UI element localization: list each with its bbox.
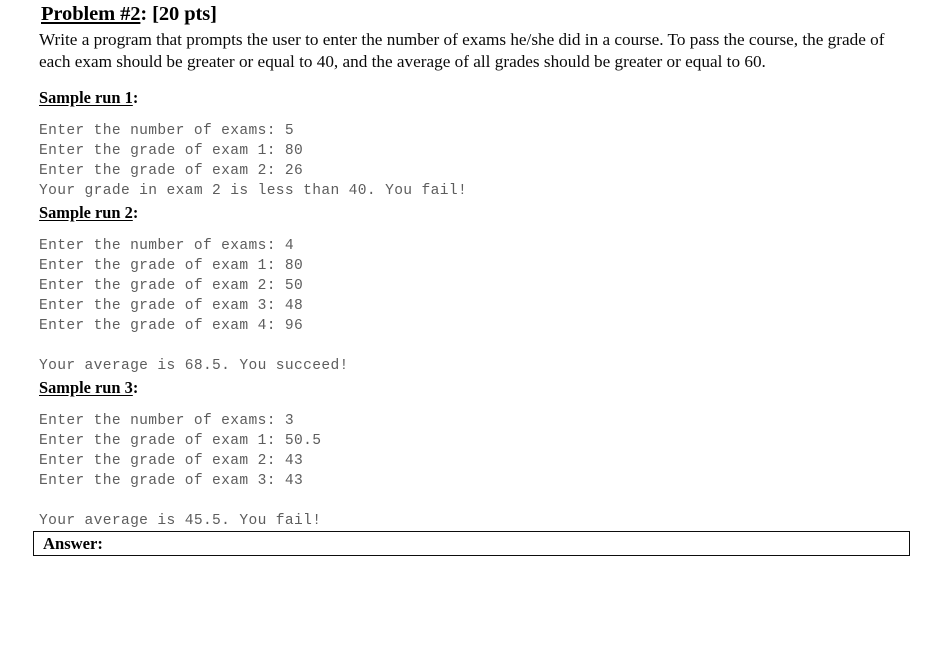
page-title-main: Problem #2 xyxy=(41,3,141,25)
sample-run-1-heading-label: Sample run 1 xyxy=(39,88,133,107)
sample-run-2-heading-label: Sample run 2 xyxy=(39,203,133,222)
sample-run-3-heading-label: Sample run 3 xyxy=(39,378,133,397)
sample-run-1-heading-colon: : xyxy=(132,88,139,107)
sample-run-3-console: Enter the number of exams: 3 Enter the g… xyxy=(39,413,322,529)
problem-description: Write a program that prompts the user to… xyxy=(39,30,885,71)
page-title: Problem #2: [20 pts] xyxy=(41,2,217,26)
page-title-points: : [20 pts] xyxy=(140,3,217,25)
sample-run-3-heading-colon: : xyxy=(132,378,139,397)
sample-run-1-heading: Sample run 1: xyxy=(39,88,138,107)
sample-run-2-heading-colon: : xyxy=(132,203,139,222)
answer-input-box[interactable]: Answer: xyxy=(33,531,910,556)
sample-run-2-console: Enter the number of exams: 4 Enter the g… xyxy=(39,238,349,374)
sample-run-2-heading: Sample run 2: xyxy=(39,203,138,222)
sample-run-3-heading: Sample run 3: xyxy=(39,378,138,397)
answer-label: Answer: xyxy=(43,534,103,553)
sample-run-1-console: Enter the number of exams: 5 Enter the g… xyxy=(39,123,468,199)
document-page: Problem #2: [20 pts] Write a program tha… xyxy=(0,0,946,653)
